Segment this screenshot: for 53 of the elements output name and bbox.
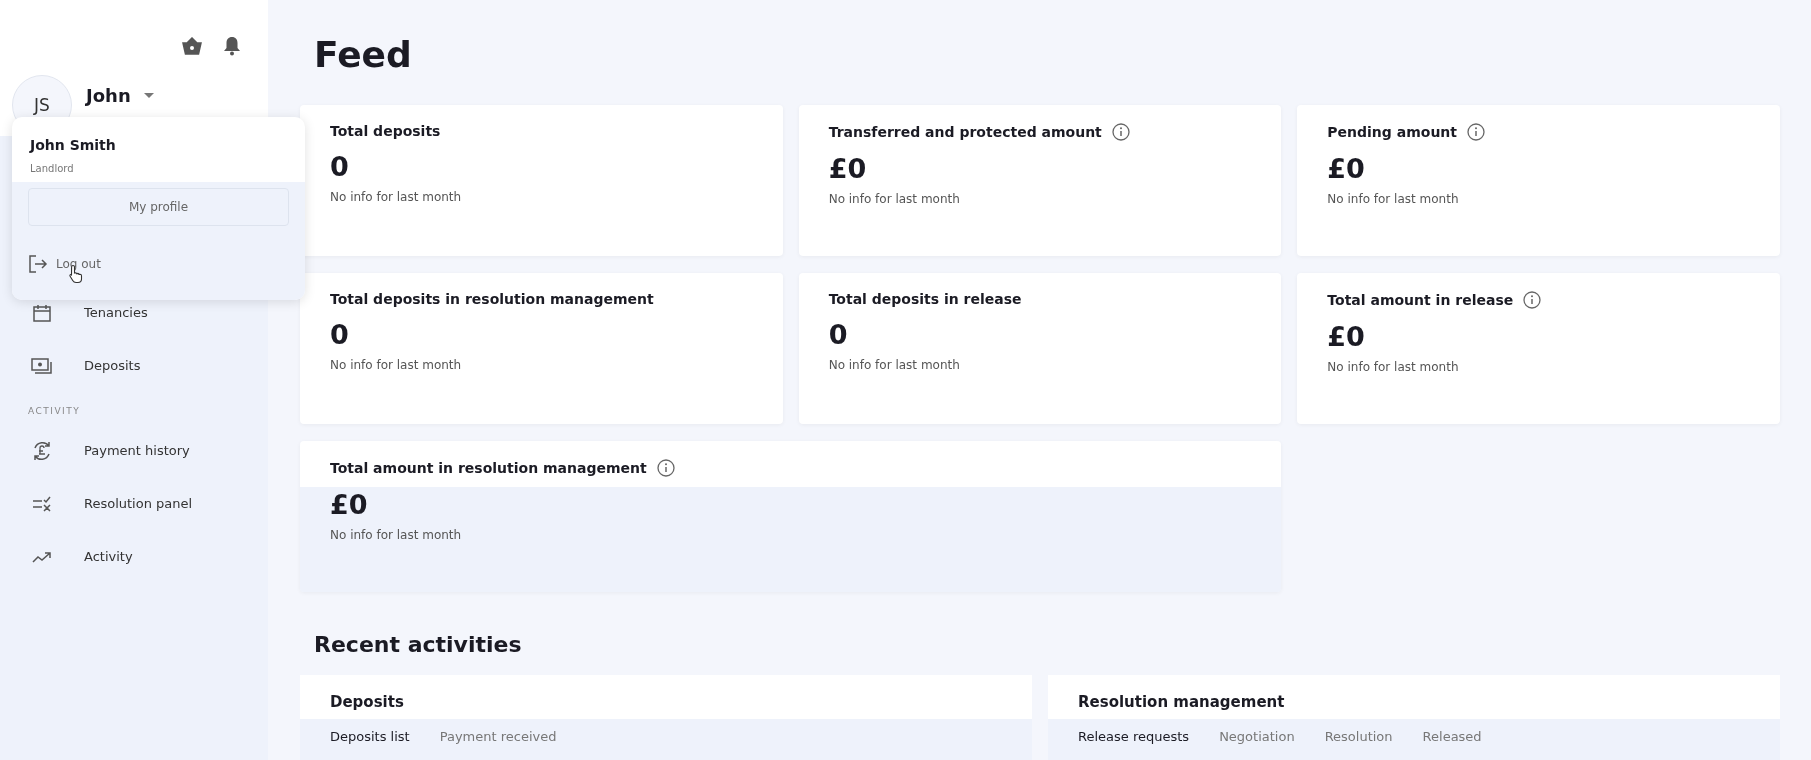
panel-tab[interactable]: Resolution	[1324, 729, 1393, 744]
panel-tab[interactable]: Release requests	[1078, 729, 1190, 744]
panel-tab[interactable]: Released	[1422, 729, 1482, 744]
info-icon[interactable]	[1111, 123, 1130, 141]
card-value: £0	[1327, 153, 1366, 184]
info-icon[interactable]	[1467, 123, 1485, 141]
card-value: 0	[828, 319, 849, 350]
caret-icon[interactable]	[142, 92, 155, 99]
user-name[interactable]: John	[86, 85, 131, 106]
info-icon[interactable]	[656, 459, 675, 477]
panel-title: Resolution management	[1078, 693, 1286, 711]
card-title: Pending amount	[1327, 124, 1457, 140]
nav-item[interactable]: Tenancies	[0, 286, 268, 339]
card-title: Total deposits in resolution management	[330, 291, 654, 307]
nav-item[interactable]: Payment history	[0, 424, 268, 477]
card-title: Total amount in release	[1327, 292, 1514, 308]
card-note: No info for last month	[828, 192, 961, 206]
calendar-icon	[30, 303, 54, 322]
panel-tab[interactable]: Payment received	[439, 729, 557, 744]
bell-icon[interactable]	[224, 36, 240, 56]
nav-section-header: ACTIVITY	[27, 405, 82, 418]
panel-tab[interactable]: Deposits list	[330, 729, 410, 744]
trend-up-icon	[30, 550, 54, 563]
card-note: No info for last month	[828, 358, 961, 372]
panel-title: Deposits	[330, 693, 405, 711]
basket-icon[interactable]	[182, 37, 202, 55]
card-note: No info for last month	[1327, 192, 1460, 206]
checklist-icon	[30, 495, 54, 512]
card-value: 0	[330, 319, 350, 350]
section-title: Recent activities	[314, 632, 523, 657]
card-note: No info for last month	[330, 190, 463, 204]
card-title: Total amount in resolution management	[330, 460, 647, 476]
card-note: No info for last month	[330, 358, 463, 372]
nav-item[interactable]: Activity	[0, 530, 268, 583]
logout-icon	[28, 254, 48, 274]
info-icon[interactable]	[1523, 291, 1542, 309]
nav-item[interactable]: Resolution panel	[0, 477, 268, 530]
card-title: Total deposits in release	[828, 291, 1022, 307]
menu-user-name: John Smith	[30, 137, 117, 153]
card-value: £0	[828, 153, 868, 184]
menu-user-role: Landlord	[30, 163, 75, 174]
card-value: 0	[330, 151, 350, 182]
card-value: £0	[330, 489, 369, 520]
page-title: Feed	[314, 34, 413, 75]
card-title: Total deposits	[330, 123, 441, 139]
profile-button[interactable]: My profile	[28, 188, 289, 226]
card-note: No info for last month	[1327, 360, 1460, 374]
card-note: No info for last month	[330, 528, 463, 542]
banknote-icon	[30, 356, 54, 375]
nav-item[interactable]: Deposits	[0, 339, 268, 392]
card-value: £0	[1327, 321, 1366, 352]
card-title: Transferred and protected amount	[828, 124, 1102, 140]
panel-tab[interactable]: Negotiation	[1219, 729, 1295, 744]
